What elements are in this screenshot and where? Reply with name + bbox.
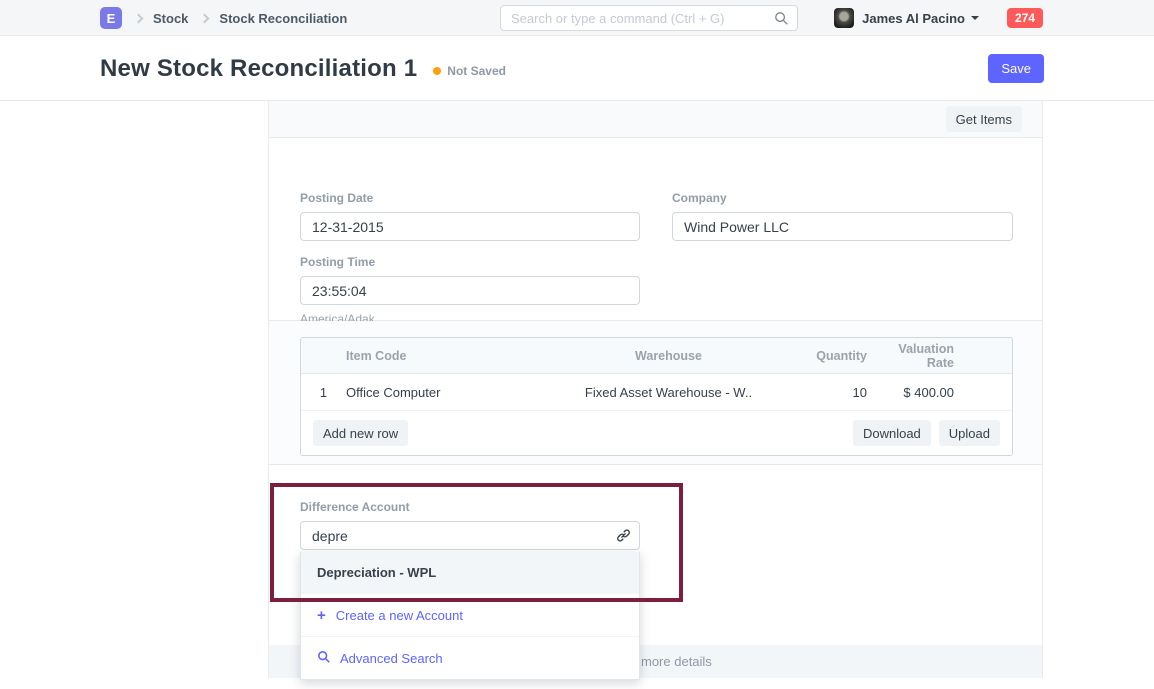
advanced-search-action[interactable]: Advanced Search <box>301 636 639 679</box>
table-row[interactable]: 1 Office Computer Fixed Asset Warehouse … <box>301 374 1012 411</box>
caret-down-icon <box>971 16 979 20</box>
page-title: New Stock Reconciliation 1 <box>100 55 417 83</box>
search-input[interactable] <box>501 6 797 30</box>
status-label: Not Saved <box>447 64 506 78</box>
advanced-search-label: Advanced Search <box>340 651 443 666</box>
col-item-code: Item Code <box>346 349 546 363</box>
download-button[interactable]: Download <box>853 420 931 446</box>
posting-time-input[interactable] <box>300 276 640 305</box>
notification-badge[interactable]: 274 <box>1007 8 1043 28</box>
get-items-button[interactable]: Get Items <box>946 106 1022 132</box>
user-avatar[interactable] <box>834 8 854 28</box>
chevron-right-icon <box>134 13 144 23</box>
grid-footer: Add new row Download Upload <box>301 411 1012 455</box>
grid-header-row: Item Code Warehouse Quantity Valuation R… <box>301 338 1012 374</box>
chevron-right-icon <box>200 13 210 23</box>
breadcrumb-stock-reconciliation[interactable]: Stock Reconciliation <box>219 11 347 26</box>
more-details-link[interactable]: more details <box>641 654 712 669</box>
items-grid: Item Code Warehouse Quantity Valuation R… <box>300 337 1013 456</box>
col-warehouse: Warehouse <box>546 349 791 363</box>
company-input[interactable] <box>672 212 1013 241</box>
page-head: New Stock Reconciliation 1 Not Saved Sav… <box>0 36 1154 101</box>
form-layout: Get Items Posting Date Company Posting T… <box>268 101 1043 678</box>
global-search <box>500 5 798 31</box>
create-new-account-action[interactable]: + Create a new Account <box>301 593 639 636</box>
add-new-row-button[interactable]: Add new row <box>313 420 408 446</box>
plus-icon: + <box>317 608 326 623</box>
items-section: Item Code Warehouse Quantity Valuation R… <box>269 321 1042 465</box>
search-icon <box>317 650 331 667</box>
difference-account-input[interactable] <box>300 521 640 550</box>
not-saved-dot-icon <box>433 67 441 75</box>
navbar-right: James Al Pacino 274 <box>834 0 1043 36</box>
form-toolbar: Get Items <box>269 101 1042 138</box>
fields-section: Posting Date Company Posting Time Americ… <box>269 138 1042 321</box>
posting-time-label: Posting Time <box>300 255 375 269</box>
navbar: E Stock Stock Reconciliation James Al Pa… <box>0 0 1154 36</box>
save-button[interactable]: Save <box>988 54 1044 83</box>
upload-button[interactable]: Upload <box>939 420 1000 446</box>
row-warehouse[interactable]: Fixed Asset Warehouse - W.. <box>546 385 791 400</box>
row-valuation-rate[interactable]: $ 400.00 <box>871 385 1012 400</box>
row-index: 1 <box>301 385 346 400</box>
difference-account-field <box>300 521 640 550</box>
user-menu[interactable]: James Al Pacino <box>862 11 965 26</box>
breadcrumb: E Stock Stock Reconciliation <box>100 0 347 36</box>
difference-account-label: Difference Account <box>300 500 410 514</box>
account-dropdown: Depreciation - WPL + Create a new Accoun… <box>300 552 640 680</box>
create-new-account-label: Create a new Account <box>336 608 463 623</box>
posting-date-input[interactable] <box>300 212 640 241</box>
company-label: Company <box>672 191 727 205</box>
posting-date-label: Posting Date <box>300 191 373 205</box>
dropdown-option-depreciation[interactable]: Depreciation - WPL <box>301 552 639 593</box>
col-valuation-rate: Valuation Rate <box>871 342 1012 370</box>
search-icon <box>774 11 789 31</box>
col-quantity: Quantity <box>791 349 871 363</box>
row-quantity[interactable]: 10 <box>791 385 871 400</box>
row-item-code[interactable]: Office Computer <box>346 385 546 400</box>
breadcrumb-stock[interactable]: Stock <box>153 11 188 26</box>
status-indicator: Not Saved <box>433 64 506 78</box>
app-logo[interactable]: E <box>100 7 122 29</box>
